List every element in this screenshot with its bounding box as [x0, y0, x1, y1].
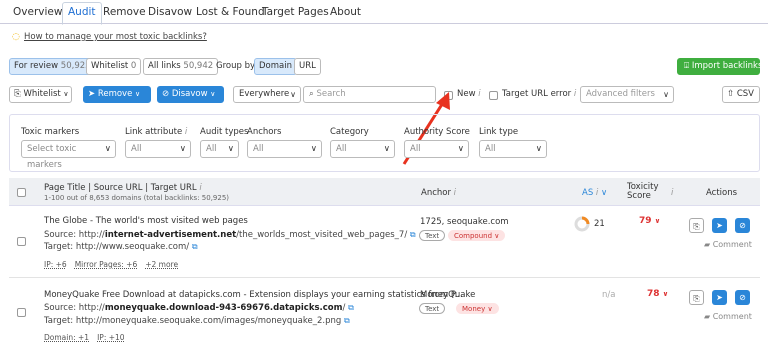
row-target-url[interactable]: Target: http://moneyquake.seoquake.com/i… [44, 316, 350, 326]
sort-icon: ∨ [601, 188, 608, 198]
anchors-select[interactable]: All ∨ [247, 140, 322, 158]
col-actions: Actions [706, 188, 738, 198]
group-by-label: Group by [216, 61, 256, 71]
advanced-filters-select[interactable]: Advanced filters ∨ [580, 86, 674, 103]
external-link-icon[interactable]: ⧉ [192, 242, 198, 251]
comment-icon: ▰ [704, 312, 711, 321]
external-link-icon[interactable]: ⧉ [348, 303, 354, 312]
target-url-error-label: Target URL error i [502, 89, 577, 99]
external-link-icon[interactable]: ⧉ [410, 230, 416, 239]
export-icon: ⇧ [727, 89, 735, 99]
import-backlinks-button[interactable]: ⍗ Import backlinks [677, 58, 762, 75]
meta-mirror-pages[interactable]: Mirror Pages: +6 [75, 260, 138, 269]
category-select[interactable]: All ∨ [330, 140, 395, 158]
row-source-url[interactable]: Source: http://internet-advertisement.ne… [44, 230, 416, 240]
authority-score-select[interactable]: All ∨ [404, 140, 469, 158]
filter-label-category: Category [330, 127, 369, 137]
all-links-button[interactable]: All links 50,942 [143, 58, 219, 75]
as-ring-icon [574, 216, 590, 232]
filter-label-toxic-markers: Toxic markers [21, 127, 80, 137]
table-row: The Globe - The world's most visited web… [9, 207, 760, 278]
row-as: 21 [594, 219, 605, 229]
table-header: Page Title | Source URL | Target URL i 1… [9, 178, 760, 206]
search-icon: ⌕ [309, 89, 314, 99]
target-url-error-checkbox[interactable] [489, 91, 498, 100]
col-toxicity[interactable]: Toxicity Score [627, 183, 663, 201]
tab-target-pages[interactable]: Target Pages [258, 4, 333, 24]
external-link-icon[interactable]: ⧉ [344, 316, 350, 325]
select-all-checkbox[interactable] [17, 188, 26, 197]
tab-remove[interactable]: Remove [99, 4, 150, 24]
import-icon: ⍗ [684, 61, 690, 71]
toxic-markers-select[interactable]: Select toxic markers ∨ [21, 140, 116, 170]
tag-text: Text [419, 303, 446, 314]
tab-audit[interactable]: Audit [62, 2, 102, 25]
tab-disavow[interactable]: Disavow [144, 4, 196, 24]
row-anchor: 1725, seoquake.com [420, 217, 509, 227]
filter-label-authority-score: Authority Score [404, 127, 470, 137]
filter-panel: Toxic markers Select toxic markers ∨ Link… [9, 114, 760, 172]
row-checkbox[interactable] [17, 308, 26, 317]
group-url-button[interactable]: URL [294, 58, 321, 75]
filter-label-link-attribute: Link attribute i [125, 127, 188, 137]
lightbulb-icon: ◌ [12, 32, 20, 42]
new-label: New i [457, 89, 481, 99]
row-target-url[interactable]: Target: http://www.seoquake.com/ ⧉ [44, 242, 198, 252]
disavow-row-button[interactable]: ⊘ [735, 290, 750, 305]
tag-money[interactable]: Money ∨ [456, 303, 499, 314]
toxicity-info-icon: i [671, 188, 674, 198]
group-domain-button[interactable]: Domain [254, 58, 297, 75]
row-anchor: MoneyQuake [420, 290, 476, 300]
row-toxicity[interactable]: 78 ∨ [647, 289, 668, 299]
send-icon: ➤ [88, 89, 96, 99]
csv-export-button[interactable]: ⇧ CSV [722, 86, 760, 103]
tab-bar: Overview Audit Remove Disavow Lost & Fou… [0, 0, 768, 25]
whitelist-icon: ⎘ [14, 89, 21, 99]
remove-row-button[interactable]: ➤ [712, 218, 727, 233]
meta-ip[interactable]: IP: +10 [97, 333, 124, 342]
tag-compound[interactable]: Compound ∨ [448, 230, 506, 241]
row-as: n/a [602, 290, 616, 300]
row-toxicity[interactable]: 79 ∨ [639, 216, 660, 226]
comment-button[interactable]: ▰ Comment [704, 240, 752, 249]
whitelist-action-button[interactable]: ⎘ Whitelist ∨ [9, 86, 72, 103]
disavow-button[interactable]: ⊘ Disavow ∨ [157, 86, 224, 103]
remove-row-button[interactable]: ➤ [712, 290, 727, 305]
col-page[interactable]: Page Title | Source URL | Target URL i [44, 183, 202, 193]
tag-text: Text [419, 230, 446, 241]
link-type-select[interactable]: All ∨ [479, 140, 547, 158]
tab-about[interactable]: About [326, 4, 365, 24]
filter-label-audit-types: Audit types [200, 127, 249, 137]
filter-label-anchors: Anchors [247, 127, 282, 137]
remove-button[interactable]: ➤ Remove ∨ [83, 86, 151, 103]
disavow-icon: ⊘ [162, 89, 170, 99]
whitelist-filter-button[interactable]: Whitelist 0 [86, 58, 142, 75]
scope-select[interactable]: Everywhere ∨ [233, 86, 301, 103]
col-as[interactable]: AS i ∨ [582, 188, 607, 198]
comment-icon: ▰ [704, 240, 711, 249]
row-meta: Domain: +1 IP: +10 [44, 333, 133, 342]
for-review-button[interactable]: For review 50,925 [9, 58, 96, 75]
row-title: MoneyQuake Free Download at datapicks.co… [44, 290, 463, 300]
audit-types-select[interactable]: All ∨ [200, 140, 239, 158]
row-checkbox[interactable] [17, 237, 26, 246]
col-anchor[interactable]: Anchor i [421, 188, 456, 198]
disavow-row-button[interactable]: ⊘ [735, 218, 750, 233]
filter-label-link-type: Link type [479, 127, 519, 137]
whitelist-row-button[interactable]: ⎘ [689, 218, 704, 233]
tab-overview[interactable]: Overview [9, 4, 66, 24]
row-source-url[interactable]: Source: http://moneyquake.download-943-6… [44, 303, 354, 313]
row-meta: IP: +6 Mirror Pages: +6 +2 more [44, 260, 186, 269]
comment-button[interactable]: ▰ Comment [704, 312, 752, 321]
meta-more[interactable]: +2 more [145, 260, 178, 269]
col-page-sub: 1-100 out of 8,653 domains (total backli… [44, 194, 230, 202]
row-title: The Globe - The world's most visited web… [44, 216, 248, 226]
howto-link[interactable]: ◌ How to manage your most toxic backlinks… [12, 32, 207, 42]
meta-ip[interactable]: IP: +6 [44, 260, 67, 269]
link-attribute-select[interactable]: All ∨ [125, 140, 191, 158]
whitelist-row-button[interactable]: ⎘ [689, 290, 704, 305]
meta-domain[interactable]: Domain: +1 [44, 333, 89, 342]
table-row: MoneyQuake Free Download at datapicks.co… [9, 279, 760, 346]
